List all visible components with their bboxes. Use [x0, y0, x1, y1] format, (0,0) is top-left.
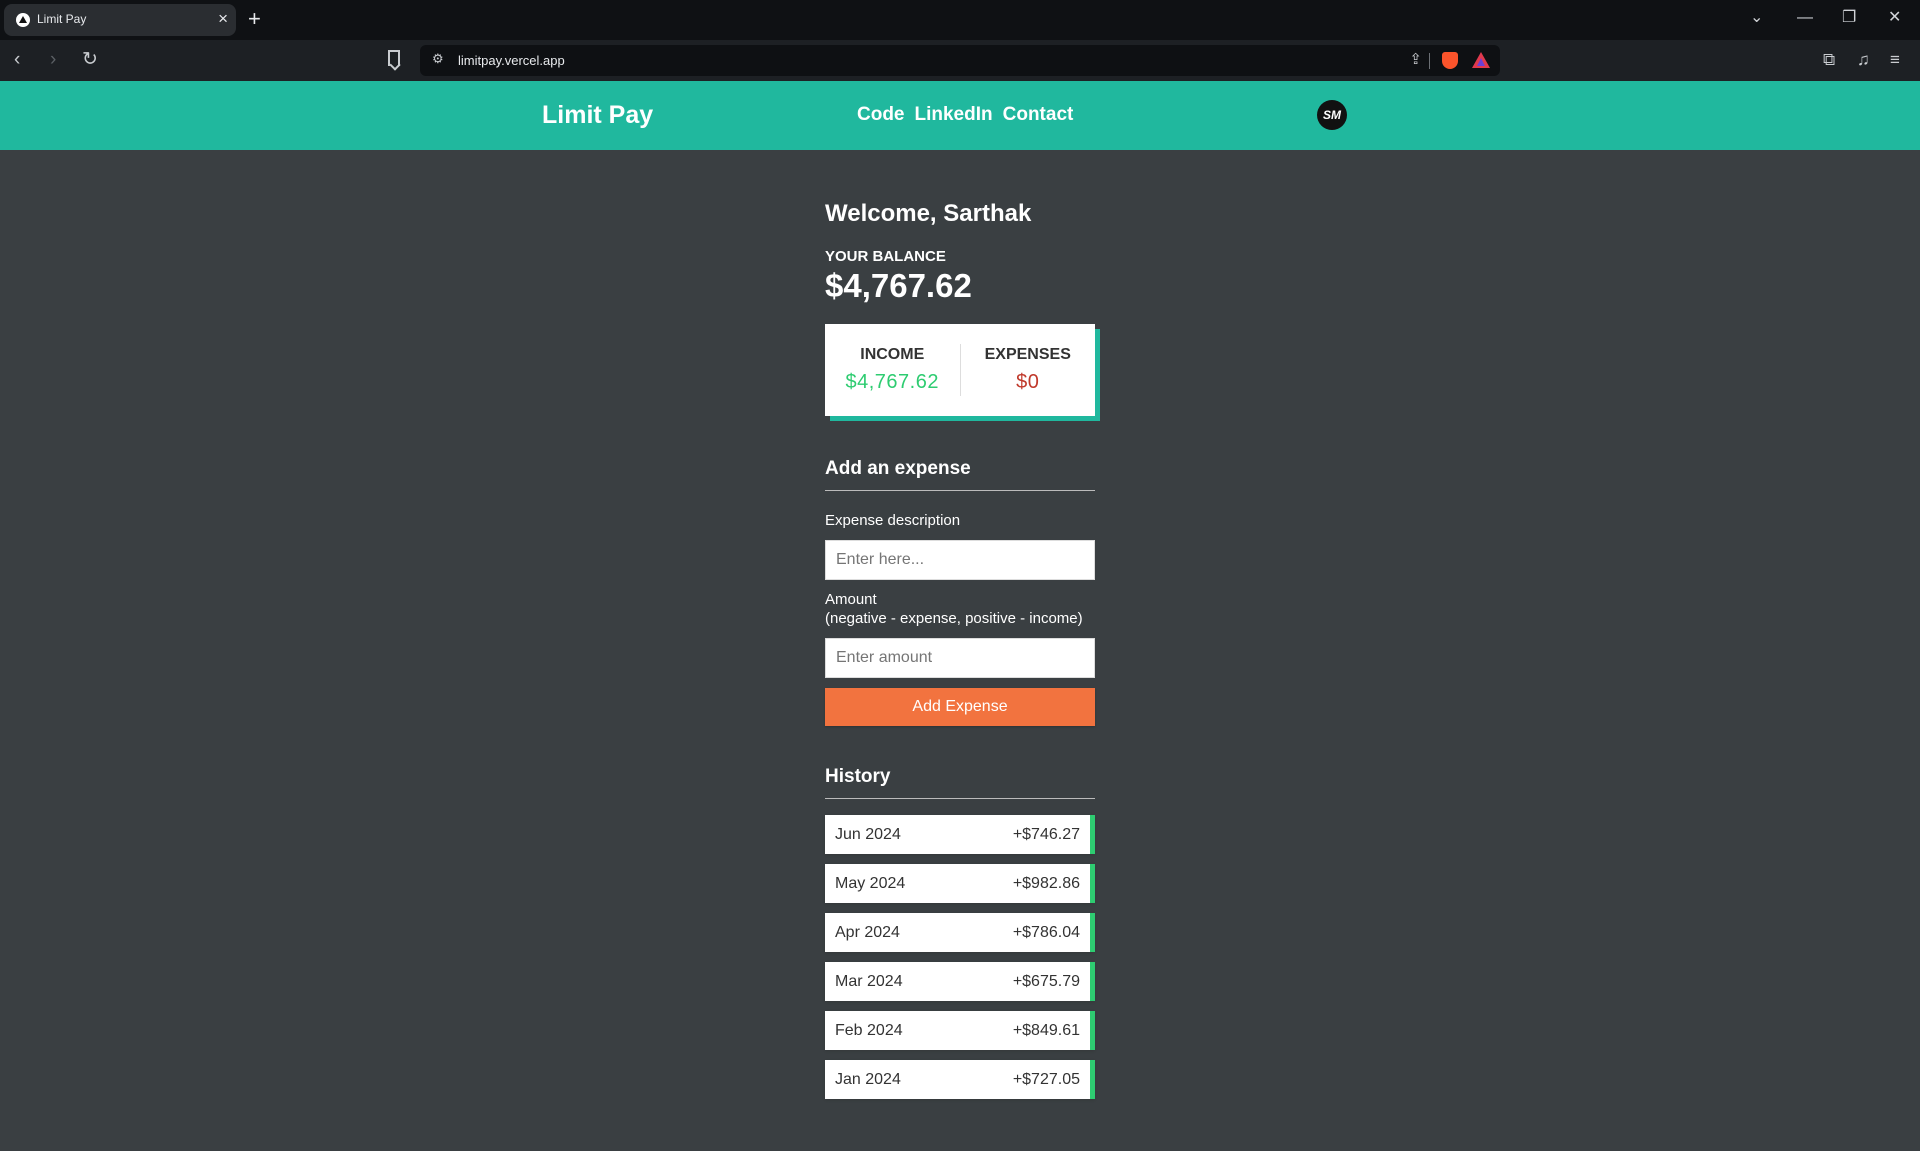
description-label: Expense description: [825, 512, 961, 529]
history-item-label: May 2024: [835, 874, 906, 892]
browser-toolbar: ‹ › ↻ ⚙ limitpay.vercel.app ⇪ ⧉ ♫ ≡: [0, 40, 1920, 81]
history-list: Jun 2024 +$746.27 May 2024 +$982.86 Apr …: [825, 815, 1095, 1099]
add-expense-heading: Add an expense: [825, 458, 1095, 491]
history-item[interactable]: Mar 2024 +$675.79: [825, 962, 1095, 1001]
brave-shields-icon[interactable]: [1442, 52, 1458, 69]
tab-title: Limit Pay: [37, 12, 87, 26]
history-item-label: Jan 2024: [835, 1070, 901, 1088]
restore-window-icon[interactable]: ❐: [1842, 8, 1856, 28]
amount-label-block: Amount (negative - expense, positive - i…: [825, 590, 1095, 628]
new-tab-icon[interactable]: +: [248, 6, 261, 32]
history-item[interactable]: Apr 2024 +$786.04: [825, 913, 1095, 952]
site-nav: Code LinkedIn Contact: [857, 104, 1073, 126]
history-item-amount: +$786.04: [1012, 923, 1080, 941]
income-expense-card: INCOME $4,767.62 EXPENSES $0: [825, 324, 1095, 416]
minimize-icon[interactable]: —: [1797, 8, 1813, 28]
income-column: INCOME $4,767.62: [825, 346, 960, 394]
close-window-icon[interactable]: ✕: [1888, 8, 1901, 28]
expenses-value: $0: [1016, 371, 1040, 393]
address-separator: [1429, 53, 1430, 69]
menu-icon[interactable]: ≡: [1890, 48, 1900, 72]
income-value: $4,767.62: [845, 371, 939, 393]
history-item[interactable]: May 2024 +$982.86: [825, 864, 1095, 903]
history-item-amount: +$849.61: [1012, 1021, 1080, 1039]
reload-icon[interactable]: ↻: [82, 48, 98, 72]
description-input[interactable]: [825, 540, 1095, 580]
tab-search-chevron-icon[interactable]: ⌄: [1750, 8, 1763, 28]
history-item-amount: +$746.27: [1012, 825, 1080, 843]
address-bar[interactable]: ⚙ limitpay.vercel.app ⇪: [420, 45, 1500, 76]
share-icon[interactable]: ⇪: [1409, 50, 1422, 68]
history-item-label: Apr 2024: [835, 923, 900, 941]
history-item[interactable]: Feb 2024 +$849.61: [825, 1011, 1095, 1050]
browser-tab[interactable]: Limit Pay ×: [4, 4, 236, 36]
history-item-label: Mar 2024: [835, 972, 903, 990]
nav-link-linkedin[interactable]: LinkedIn: [915, 104, 993, 126]
back-icon[interactable]: ‹: [14, 48, 20, 72]
site-settings-icon[interactable]: ⚙: [432, 51, 444, 67]
browser-tab-bar: Limit Pay × + ⌄ — ❐ ✕: [0, 0, 1920, 40]
welcome-heading: Welcome, Sarthak: [825, 200, 1032, 227]
history-item[interactable]: Jan 2024 +$727.05: [825, 1060, 1095, 1099]
history-item-amount: +$727.05: [1012, 1070, 1080, 1088]
history-item-label: Feb 2024: [835, 1021, 903, 1039]
amount-label: Amount: [825, 591, 877, 608]
url-text[interactable]: limitpay.vercel.app: [458, 53, 565, 68]
media-icon[interactable]: ♫: [1857, 48, 1870, 72]
balance-value: $4,767.62: [825, 267, 972, 304]
brave-rewards-icon[interactable]: [1472, 52, 1490, 68]
site-header: Limit Pay Code LinkedIn Contact SM: [0, 81, 1920, 150]
income-label: INCOME: [860, 346, 925, 363]
history-item[interactable]: Jun 2024 +$746.27: [825, 815, 1095, 854]
close-tab-icon[interactable]: ×: [218, 9, 228, 29]
extensions-icon[interactable]: ⧉: [1823, 48, 1835, 72]
expenses-label: EXPENSES: [984, 346, 1071, 363]
nav-link-code[interactable]: Code: [857, 104, 905, 126]
expenses-column: EXPENSES $0: [961, 346, 1096, 394]
amount-hint: (negative - expense, positive - income): [825, 610, 1083, 627]
brand-title[interactable]: Limit Pay: [542, 101, 653, 130]
history-item-amount: +$675.79: [1012, 972, 1080, 990]
nav-link-contact[interactable]: Contact: [1003, 104, 1074, 126]
site-favicon-icon: [16, 13, 30, 27]
amount-input[interactable]: [825, 638, 1095, 678]
main-container: Welcome, Sarthak YOUR BALANCE $4,767.62 …: [825, 196, 1095, 1109]
add-expense-button[interactable]: Add Expense: [825, 688, 1095, 726]
sm-logo[interactable]: SM: [1317, 100, 1347, 130]
balance-label: YOUR BALANCE: [825, 248, 946, 265]
history-item-label: Jun 2024: [835, 825, 901, 843]
history-heading: History: [825, 766, 1095, 799]
add-expense-form: Expense description Amount (negative - e…: [825, 511, 1095, 726]
forward-icon[interactable]: ›: [50, 48, 56, 72]
bookmark-icon[interactable]: [388, 50, 400, 66]
history-item-amount: +$982.86: [1012, 874, 1080, 892]
